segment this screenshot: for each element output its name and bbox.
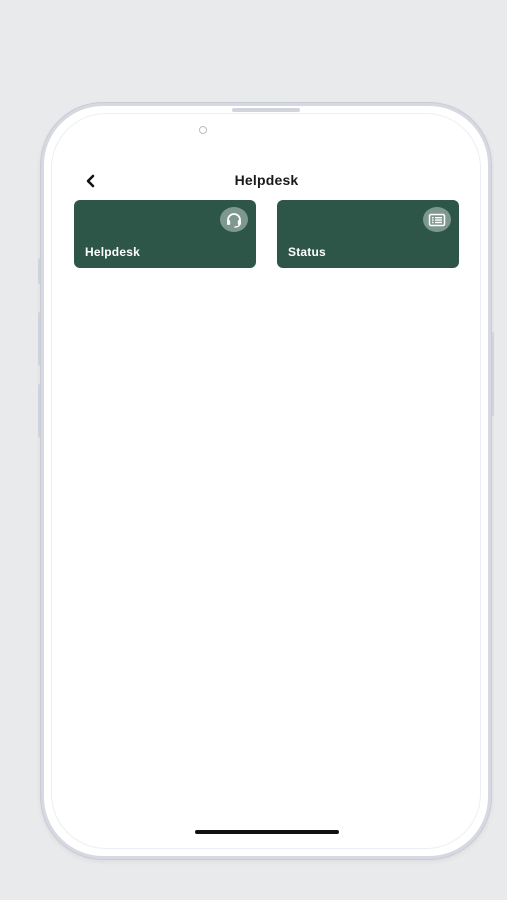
speaker-grille — [232, 108, 300, 112]
tile-label: Status — [288, 245, 326, 259]
status-tile[interactable]: Status — [277, 200, 459, 268]
app-header: Helpdesk — [74, 168, 459, 194]
home-indicator[interactable] — [195, 830, 339, 834]
page-title: Helpdesk — [234, 172, 299, 188]
front-camera — [199, 126, 207, 134]
list-icon — [423, 207, 451, 232]
helpdesk-tile[interactable]: Helpdesk — [74, 200, 256, 268]
headset-icon — [220, 207, 248, 232]
screen: Helpdesk Helpdesk Status — [0, 0, 507, 900]
tile-label: Helpdesk — [85, 245, 140, 259]
